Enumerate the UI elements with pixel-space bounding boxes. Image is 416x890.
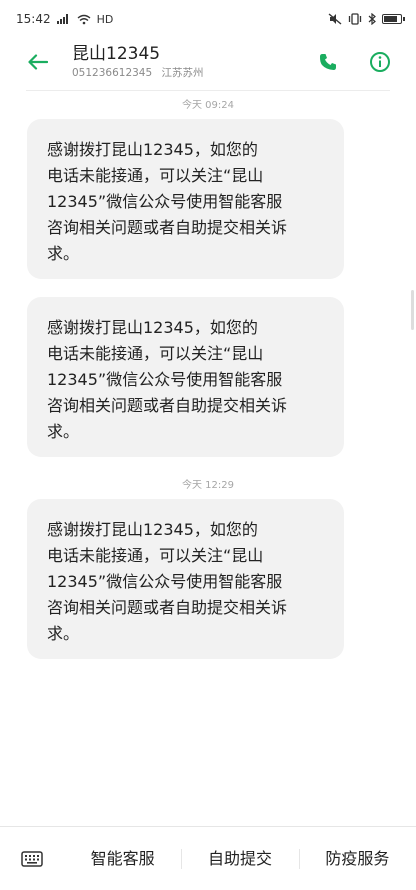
message-bubble[interactable]: 感谢拨打昆山12345，如您的 电话未能接通，可以关注“昆山 12345”微信公… <box>27 297 344 457</box>
call-button[interactable] <box>310 44 346 80</box>
info-icon <box>370 52 390 72</box>
status-left: 15:42 HD <box>16 12 113 26</box>
menu-item-self-submit[interactable]: 自助提交 <box>181 827 298 890</box>
menu-item-epidemic-service[interactable]: 防疫服务 <box>298 827 416 890</box>
contact-number: 051236612345 <box>72 67 153 79</box>
status-time: 15:42 <box>16 12 51 26</box>
message-timestamp: 今天 12:29 <box>182 480 234 491</box>
wifi-icon <box>77 14 91 24</box>
scrollbar[interactable] <box>411 290 414 330</box>
message-timestamp: 今天 09:24 <box>182 100 234 111</box>
service-menu-bar: 智能客服 自助提交 防疫服务 <box>0 826 416 890</box>
network-label: HD <box>96 12 114 26</box>
status-right <box>328 13 405 25</box>
contact-subtitle: 051236612345 江苏苏州 <box>72 65 310 81</box>
keyboard-icon <box>21 850 43 867</box>
info-button[interactable] <box>362 44 398 80</box>
vibrate-icon <box>348 13 362 25</box>
battery-icon <box>382 14 405 24</box>
menu-item-smart-service[interactable]: 智能客服 <box>64 827 181 890</box>
status-bar: 15:42 HD <box>0 0 416 38</box>
contact-name: 昆山12345 <box>72 44 161 64</box>
back-button[interactable] <box>18 42 58 82</box>
message-bubble[interactable]: 感谢拨打昆山12345，如您的 电话未能接通，可以关注“昆山 12345”微信公… <box>27 499 344 659</box>
keyboard-toggle-button[interactable] <box>0 827 64 890</box>
signal-icon <box>56 14 68 24</box>
header-actions <box>310 44 398 80</box>
contact-info: 昆山12345 051236612345 江苏苏州 <box>72 43 310 81</box>
arrow-left-icon <box>28 54 48 70</box>
header-divider <box>26 90 390 91</box>
conversation-header: 昆山12345 051236612345 江苏苏州 <box>0 38 416 86</box>
battery-level <box>384 16 397 22</box>
contact-location: 江苏苏州 <box>161 67 204 79</box>
phone-icon <box>319 54 336 70</box>
bluetooth-icon <box>368 13 376 25</box>
message-bubble[interactable]: 感谢拨打昆山12345，如您的 电话未能接通，可以关注“昆山 12345”微信公… <box>27 119 344 279</box>
mute-icon <box>328 13 342 25</box>
